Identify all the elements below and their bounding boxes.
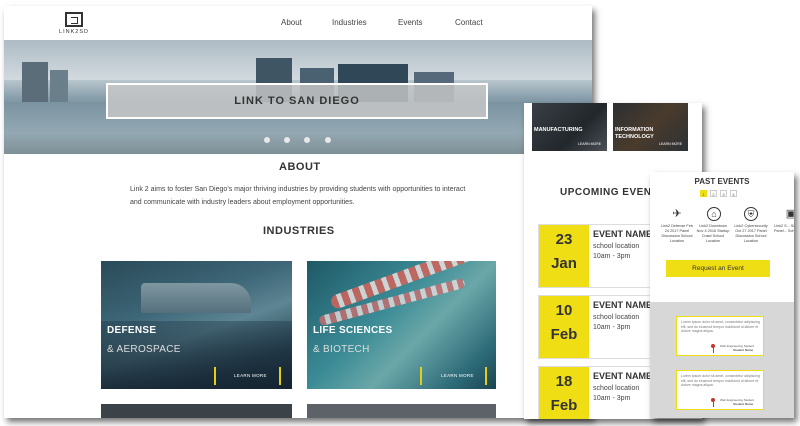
event-time: 10am - 3pm (593, 253, 631, 260)
card-subtitle: & BIOTECH (313, 344, 370, 355)
carousel-dot-2[interactable] (284, 137, 290, 143)
past-event-item[interactable]: Link2 Defense Feb 24 2017 Panel Discussi… (660, 224, 694, 244)
card-title: LIFE SCIENCES (313, 325, 393, 336)
pin-line (712, 347, 714, 353)
carousel-dot-4[interactable] (325, 137, 331, 143)
card-accent-bar (420, 367, 422, 385)
event-day: 10 (555, 302, 573, 319)
request-event-button[interactable]: Request an Event (666, 260, 770, 277)
past-events-window: PAST EVENTS 1 2 3 4 ✈ Link2 Defense Feb … (650, 172, 794, 418)
event-date-block: 23 Jan (539, 225, 589, 287)
logo-mark-icon (65, 12, 83, 27)
event-location: school location (593, 385, 640, 392)
pagination-page-3[interactable]: 3 (720, 190, 727, 197)
event-day: 23 (555, 231, 573, 248)
learn-more-link[interactable]: LEARN MORE (578, 142, 601, 146)
industry-tile-it[interactable]: INFORMATION TECHNOLOGY LEARN MORE (613, 103, 688, 151)
calendar-icon: ▣ (785, 208, 794, 220)
shield-icon: ⛨ (744, 207, 758, 221)
learn-more-link[interactable]: LEARN MORE (441, 373, 474, 378)
tile-label: MANUFACTURING (534, 127, 583, 133)
card-accent-bar (485, 367, 487, 385)
pagination-page-4[interactable]: 4 (730, 190, 737, 197)
nav-events[interactable]: Events (398, 18, 422, 27)
event-time: 10am - 3pm (593, 324, 631, 331)
nav-industries[interactable]: Industries (332, 18, 367, 27)
past-event-item[interactable]: Link2 S... Se... Panel... Schoo... (774, 224, 794, 234)
student-name: Student Name (733, 402, 754, 406)
event-name: EVENT NAME (593, 300, 653, 310)
hero-building (50, 70, 68, 102)
past-event-item[interactable]: Link2 Downtown Nov 4 2016 Startup Crawl … (696, 224, 730, 244)
past-event-item[interactable]: Link2 Cybersecurity Oct 27 2017 Panel Di… (734, 224, 768, 244)
event-time: 10am - 3pm (593, 395, 631, 402)
testimonial-text: Lorem ipsum dolor sit amet, consectetur … (681, 320, 760, 333)
card-title: DEFENSE (107, 325, 157, 336)
event-day: 18 (555, 373, 573, 390)
testimonial-text: Lorem ipsum dolor sit amet, consectetur … (681, 374, 760, 387)
carousel-dot-3[interactable] (304, 137, 310, 143)
card-accent-bar (214, 367, 216, 385)
carousel-dot-1[interactable] (264, 137, 270, 143)
homepage-window: LINK2SD About Industries Events Contact … (4, 6, 592, 418)
event-month: Feb (550, 397, 578, 414)
event-month: Jan (551, 255, 577, 272)
industry-card-partial[interactable] (307, 404, 496, 418)
plane-icon: ✈ (672, 208, 682, 220)
event-name: EVENT NAME (593, 371, 653, 381)
hero-building (22, 62, 48, 102)
about-text: Link 2 aims to foster San Diego’s major … (130, 186, 466, 206)
pin-line (712, 401, 714, 407)
top-navigation: LINK2SD About Industries Events Contact (4, 6, 592, 41)
hero-title: LINK TO SAN DIEGO (106, 83, 488, 119)
about-heading: ABOUT (279, 161, 321, 173)
testimonial-bubble: Lorem ipsum dolor sit amet, consectetur … (676, 370, 764, 410)
industry-tile-manufacturing[interactable]: MANUFACTURING LEARN MORE (532, 103, 607, 151)
past-events-heading: PAST EVENTS (694, 177, 750, 186)
learn-more-link[interactable]: LEARN MORE (659, 142, 682, 146)
industry-card-partial[interactable] (101, 404, 292, 418)
pagination-page-2[interactable]: 2 (710, 190, 717, 197)
site-logo[interactable]: LINK2SD (56, 12, 92, 38)
learn-more-link[interactable]: LEARN MORE (234, 373, 267, 378)
testimonial-bubble: Lorem ipsum dolor sit amet, consectetur … (676, 316, 764, 356)
event-name: EVENT NAME (593, 229, 653, 239)
event-date-block: 10 Feb (539, 296, 589, 358)
industry-card-defense[interactable]: DEFENSE & AEROSPACE LEARN MORE (101, 261, 292, 389)
nav-contact[interactable]: Contact (455, 18, 483, 27)
ship-illustration (141, 283, 251, 313)
card-accent-bar (279, 367, 281, 385)
event-date-block: 18 Feb (539, 367, 589, 419)
pagination-page-1[interactable]: 1 (700, 190, 707, 197)
logo-text: LINK2SD (59, 29, 89, 35)
nav-about[interactable]: About (281, 18, 302, 27)
tile-label: INFORMATION TECHNOLOGY (615, 127, 654, 140)
industry-card-life-sciences[interactable]: LIFE SCIENCES & BIOTECH LEARN MORE (307, 261, 496, 389)
hero-sky (4, 40, 592, 80)
card-subtitle: & AEROSPACE (107, 344, 181, 355)
hero-banner: LINK TO SAN DIEGO (4, 40, 592, 154)
event-location: school location (593, 243, 640, 250)
event-location: school location (593, 314, 640, 321)
industries-heading: INDUSTRIES (263, 225, 335, 237)
event-month: Feb (550, 326, 578, 343)
student-name: Student Name (733, 348, 754, 352)
building-icon: ⌂ (707, 207, 721, 221)
